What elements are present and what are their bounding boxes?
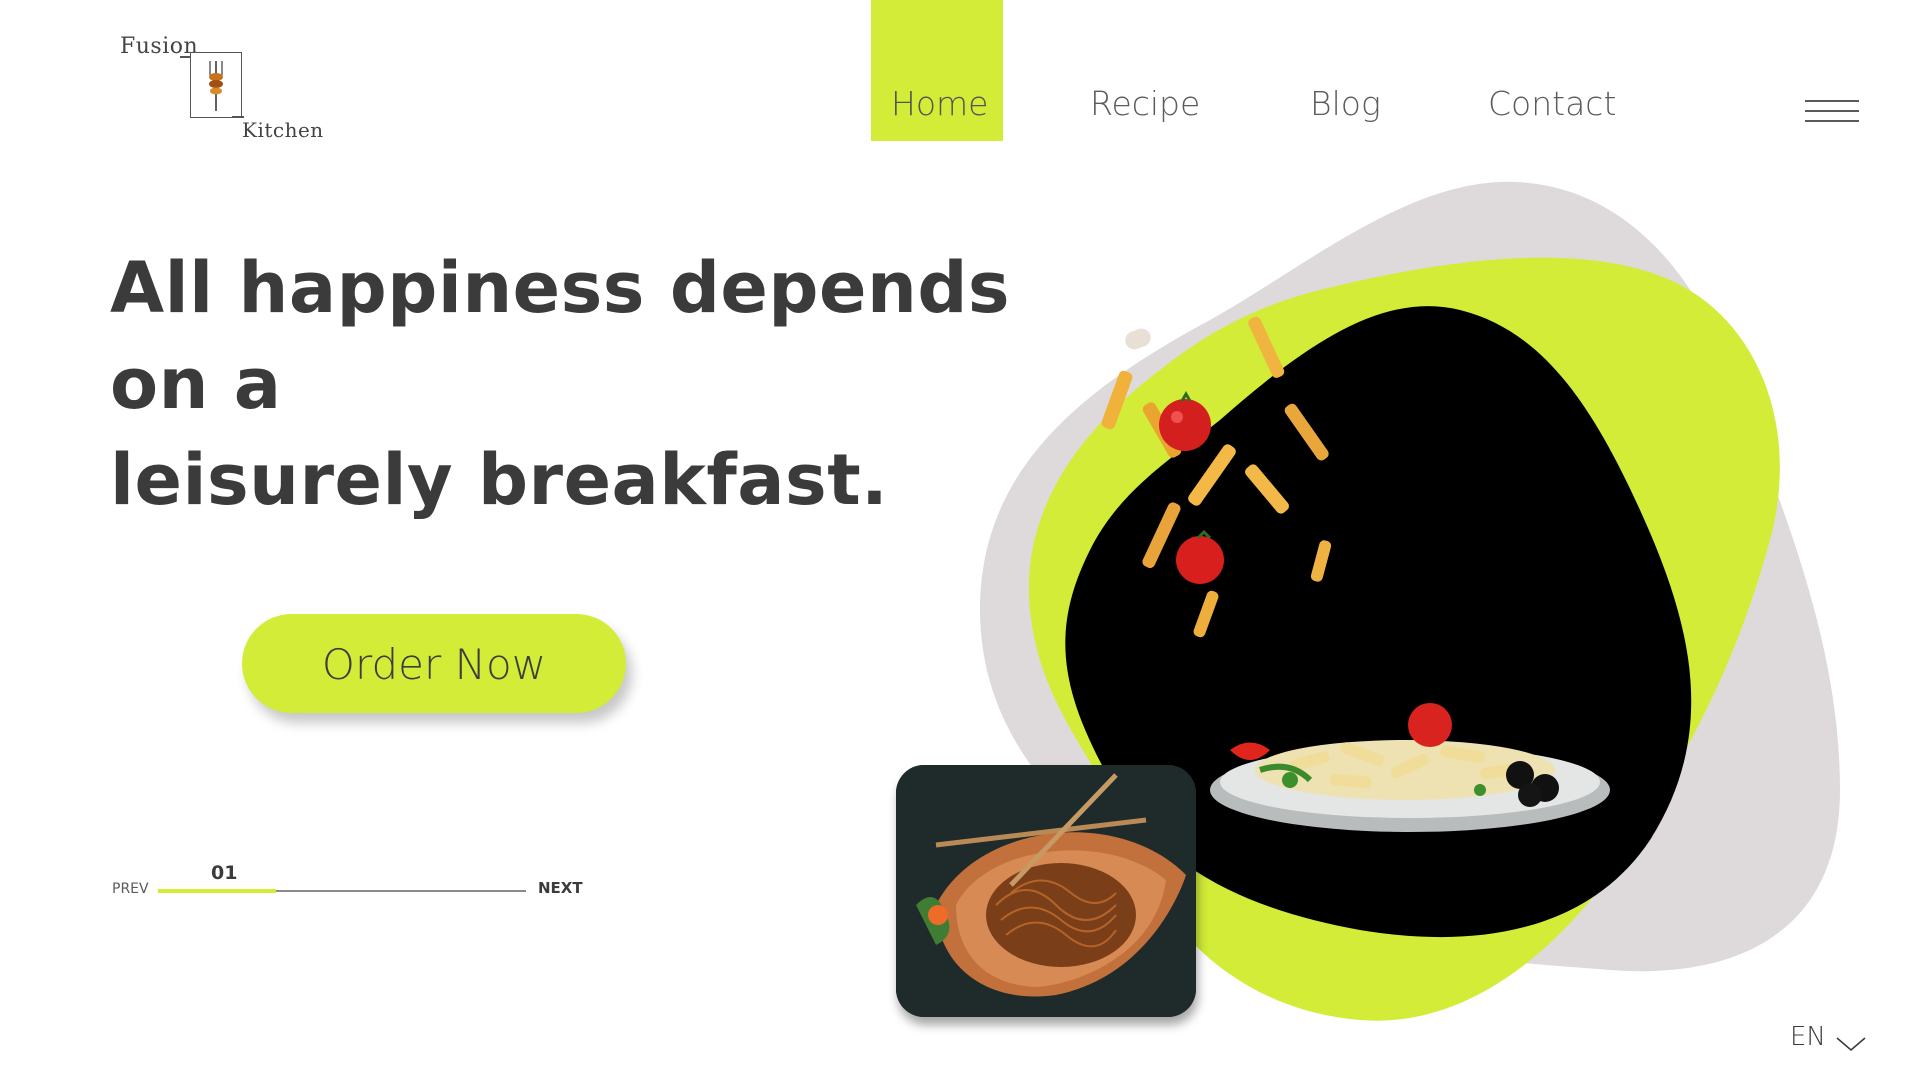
order-now-button[interactable]: Order Now [242,614,626,713]
nav-item-blog[interactable]: Blog [1310,84,1381,123]
noodles-bowl-icon [896,765,1196,1017]
hamburger-icon[interactable] [1805,100,1859,130]
language-label: EN [1790,1022,1826,1052]
nav-item-home[interactable]: Home [891,84,988,123]
hero-headline-line2: leisurely breakfast. [110,439,889,521]
language-selector[interactable]: EN [1790,1022,1866,1052]
noodles-thumbnail-card[interactable] [896,765,1196,1017]
chevron-down-icon [1836,1037,1866,1052]
hero-headline-line1: All happiness depends on a [110,247,1011,425]
slider-prev-button[interactable]: PREV [112,881,149,897]
hero-headline: All happiness depends on a leisurely bre… [110,240,1070,528]
slider-progress-track[interactable] [158,889,526,893]
nav-item-recipe[interactable]: Recipe [1090,84,1200,123]
slider-progress-fill [158,889,276,893]
nav-item-contact[interactable]: Contact [1488,84,1616,123]
slider-current-index: 01 [211,862,238,884]
slider-next-button[interactable]: NEXT [538,879,583,897]
top-navigation: Home Recipe Blog Contact [0,0,1920,141]
